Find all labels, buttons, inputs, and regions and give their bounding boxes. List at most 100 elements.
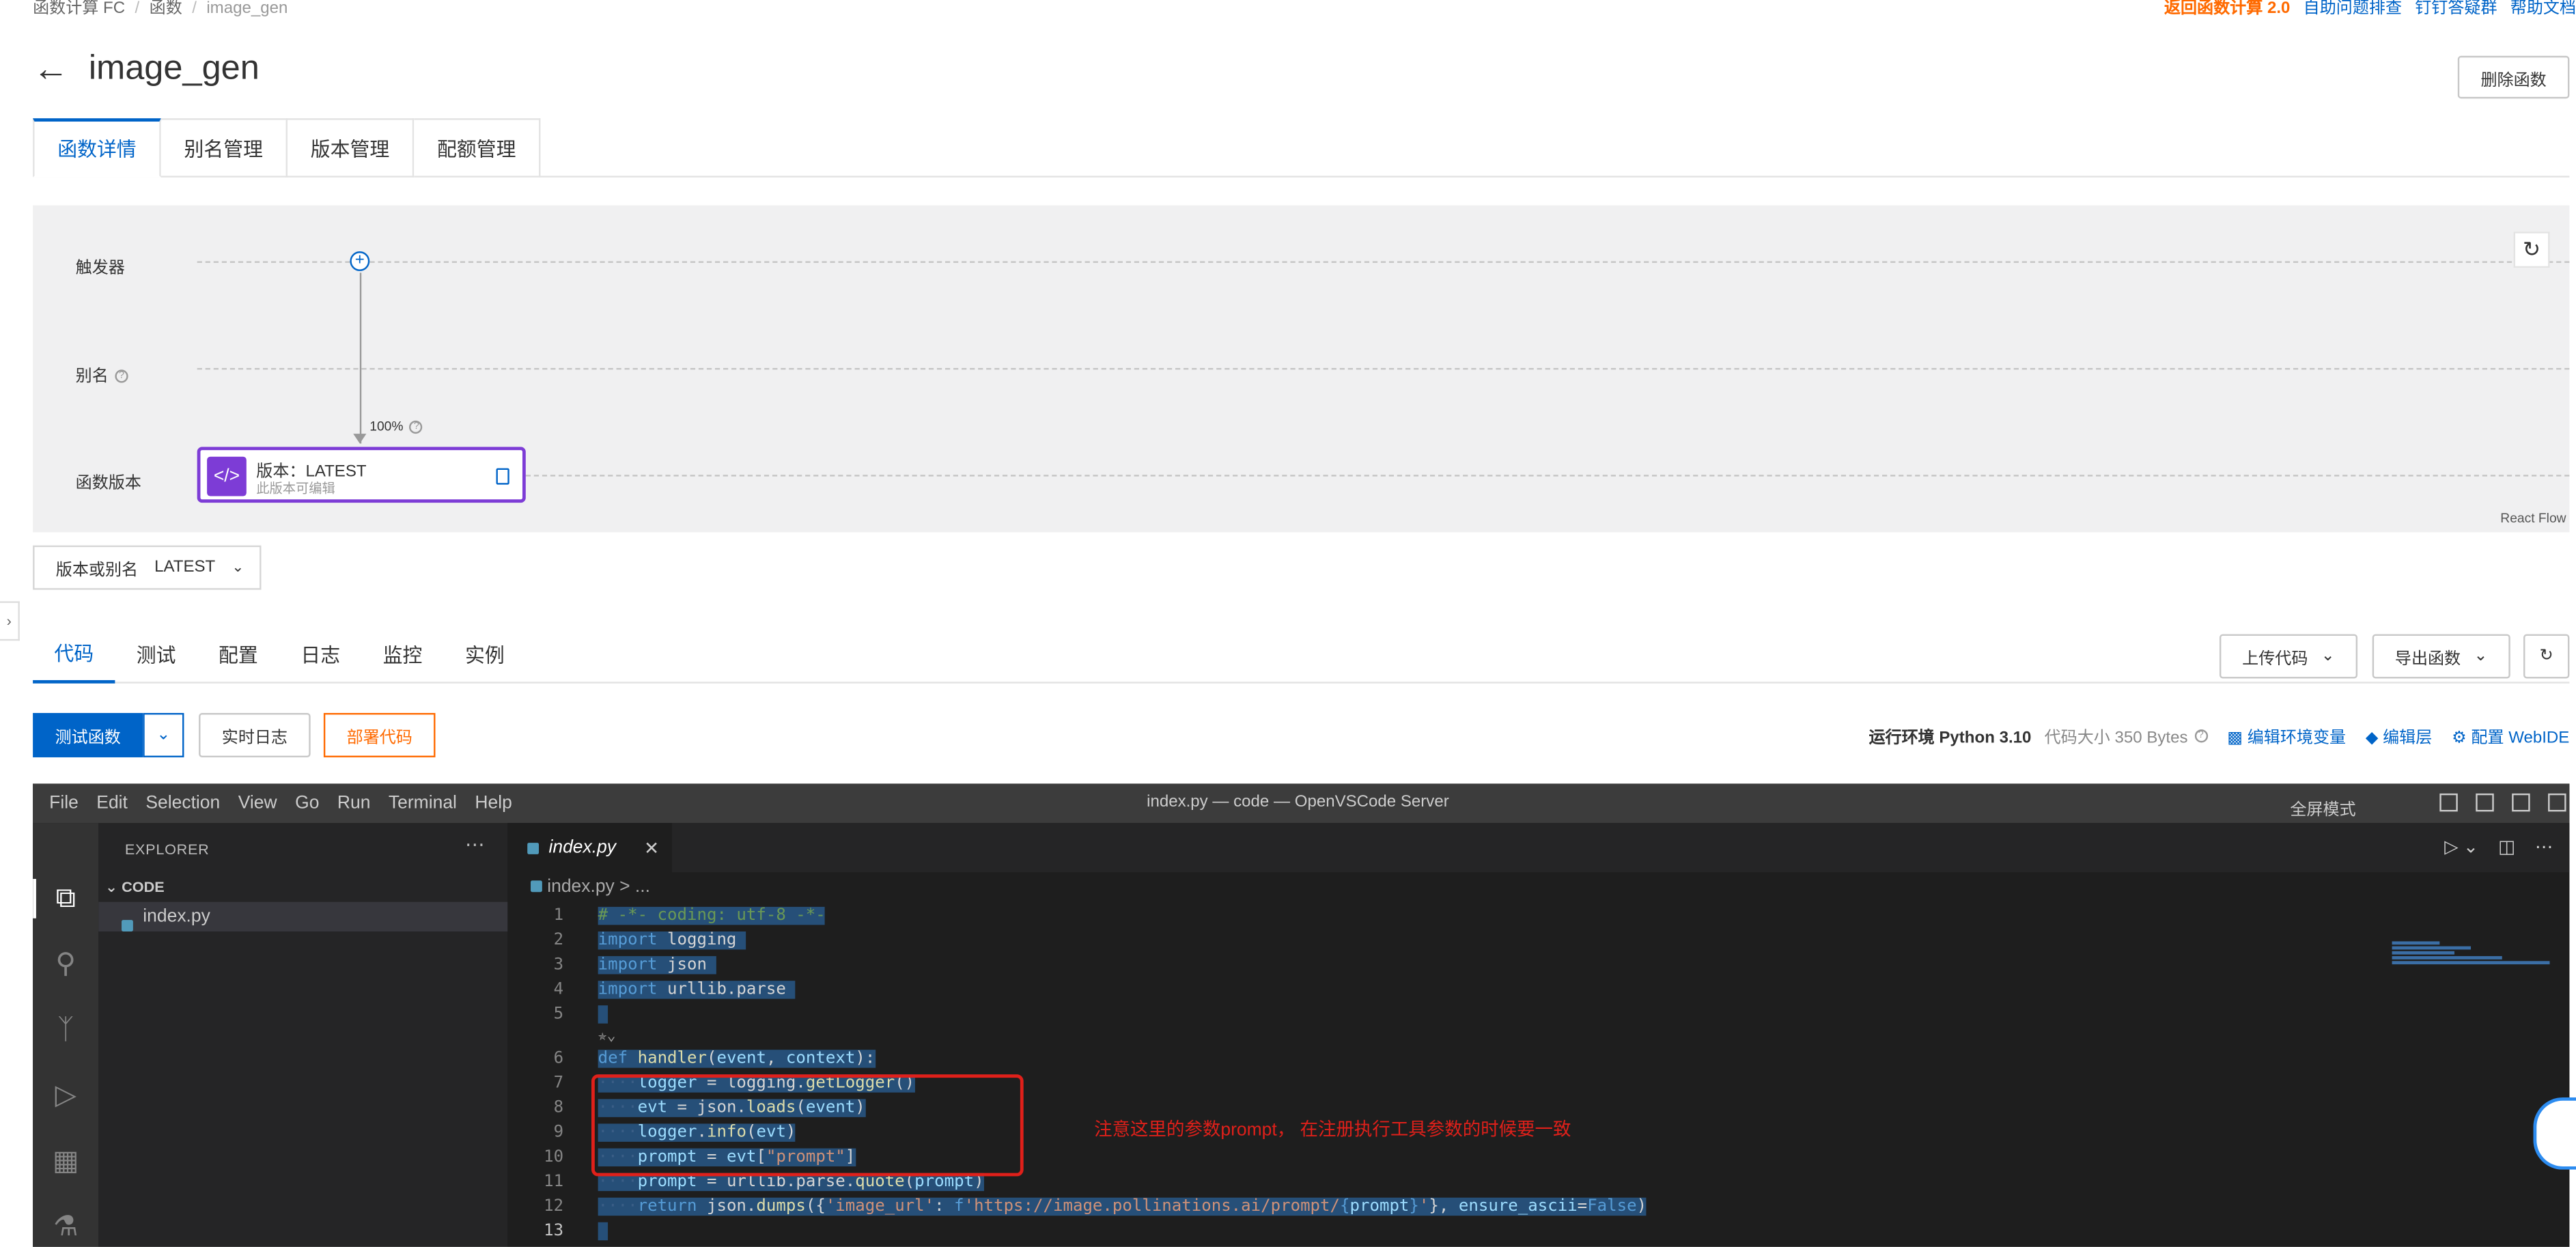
back-arrow-icon[interactable]: ← [33,50,69,87]
test-function-button[interactable]: 测试函数 [33,713,143,757]
more-actions-icon[interactable]: ⋯ [2535,836,2553,858]
version-select-label: 版本或别名 [55,561,139,580]
more-actions-icon[interactable]: ⋯ [465,833,485,856]
code-line[interactable]: 2 import logging [507,928,2364,953]
trigger-to-version-edge [359,272,362,444]
code-lens[interactable]: ✯⌄ [507,1027,2364,1047]
edit-layer-link[interactable]: ◆ 编辑层 [2366,723,2432,747]
menu-file[interactable]: File [49,794,79,813]
editor-tabbar: index.py ✕ ▷ ⌄ ◫ ⋯ [507,823,2570,873]
toggle-sidebar-icon[interactable] [2439,793,2458,812]
minimap[interactable] [2392,941,2550,977]
annotation-highlight-box [591,1074,1024,1177]
react-flow-attribution[interactable]: React Flow [2500,511,2566,526]
menu-view[interactable]: View [238,794,277,813]
toggle-secondary-sidebar-icon[interactable] [2512,793,2530,812]
chevron-down-icon: ⌄ [232,558,244,575]
help-docs-link[interactable]: 帮助文档 [2510,0,2576,18]
editor-breadcrumb[interactable]: index.py > ... [531,878,650,897]
dingtalk-link[interactable]: 钉钉答疑群 [2415,0,2497,18]
editor-tab-index-py[interactable]: index.py ✕ [507,823,672,873]
tab-alias-management[interactable]: 别名管理 [160,118,288,178]
menu-go[interactable]: Go [295,794,319,813]
source-control-icon[interactable]: ᛉ [49,1013,82,1046]
code-editor[interactable]: index.py ✕ ▷ ⌄ ◫ ⋯ index.py > ... 1 # -*-… [507,823,2570,1247]
tab-instances[interactable]: 实例 [444,624,526,684]
config-webide-link[interactable]: ⚙ 配置 WebIDE [2452,723,2569,747]
code-line[interactable]: 1 # -*- coding: utf-8 -*- [507,903,2364,928]
deploy-code-button[interactable]: 部署代码 [323,713,436,757]
breadcrumb-item-functions[interactable]: 函数 [150,0,182,18]
runtime-label: 运行环境 Python 3.10 [1868,729,2032,748]
code-line[interactable]: 5 [507,1002,2364,1026]
code-size-help-icon[interactable]: ? [2194,728,2208,742]
menu-edit[interactable]: Edit [96,794,128,813]
tab-test[interactable]: 测试 [115,624,197,684]
refresh-code-button[interactable]: ↻ [2523,634,2570,679]
edit-env-vars-link[interactable]: ▩ 编辑环境变量 [2227,723,2346,747]
customize-layout-icon[interactable] [2548,793,2566,812]
close-icon[interactable]: ✕ [644,837,659,858]
explorer-title: EXPLORER [124,841,210,858]
tab-quota-management[interactable]: 配额管理 [414,118,541,178]
sidebar-expand-handle[interactable]: › [0,601,20,641]
breadcrumb-item-fc[interactable]: 函数计算 FC [33,0,125,18]
test-options-dropdown[interactable]: ⌄ [143,713,184,757]
code-lens-icon[interactable]: ✯⌄ [598,1027,616,1047]
code-line[interactable]: 4 import urllib.parse [507,977,2364,1002]
code-sub-tabs: 代码 测试 配置 日志 监控 实例 [33,624,2570,684]
flow-canvas[interactable]: 触发器 + 别名? 100%? 函数版本 </> 版本：LATEST 此版本可编… [33,205,2570,533]
version-node-title: 版本：LATEST [256,463,367,481]
back-v2-link[interactable]: 返回函数计算 2.0 [2164,0,2290,18]
code-line[interactable]: 12 ····return json.dumps({'image_url': f'… [507,1194,2364,1219]
activity-bar: ⧉ ⚲ ᛉ ▷ ▦ ⚗ [33,823,99,1247]
split-editor-icon[interactable]: ◫ [2498,836,2515,858]
extensions-icon[interactable]: ▦ [49,1145,82,1178]
export-function-button[interactable]: 导出函数 ⌄ [2372,634,2510,679]
self-check-link[interactable]: 自助问题排查 [2304,0,2402,18]
web-ide[interactable]: File Edit Selection View Go Run Terminal… [33,783,2570,1247]
editor-tab-label: index.py [548,837,617,858]
code-line[interactable]: 13 [507,1219,2364,1244]
menu-run[interactable]: Run [337,794,371,813]
add-trigger-icon[interactable]: + [350,251,370,271]
ide-menubar: File Edit Selection View Go Run Terminal… [33,783,2570,824]
percent-help-icon[interactable]: ? [410,420,423,434]
explorer-file-index-py[interactable]: index.py [98,901,508,931]
run-debug-icon[interactable]: ▷ [49,1079,82,1112]
code-line[interactable]: 3 import json [507,953,2364,977]
trigger-label: 触发器 [75,260,125,278]
alias-help-icon[interactable]: ? [115,370,128,384]
tab-version-management[interactable]: 版本管理 [288,118,415,178]
chevron-down-icon: ⌄ [156,726,171,744]
version-alias-select[interactable]: 版本或别名 LATEST ⌄ [33,545,262,590]
tab-monitoring[interactable]: 监控 [361,624,443,684]
annotation-note: 注意这里的参数prompt， 在注册执行工具参数的时候要一致 [1094,1120,1571,1140]
upload-code-button[interactable]: 上传代码 ⌄ [2219,634,2358,679]
tab-config[interactable]: 配置 [197,624,279,684]
explorer-section-code[interactable]: ⌄ CODE [105,879,165,897]
testing-icon[interactable]: ⚗ [49,1211,82,1244]
version-node-latest[interactable]: </> 版本：LATEST 此版本可编辑 [197,447,526,503]
explorer-icon[interactable]: ⧉ [49,882,82,915]
tab-code[interactable]: 代码 [33,624,115,684]
delete-function-button[interactable]: 删除函数 [2457,55,2570,99]
tab-function-details[interactable]: 函数详情 [33,118,161,178]
realtime-log-button[interactable]: 实时日志 [199,713,311,757]
tab-logs[interactable]: 日志 [279,624,361,684]
menu-terminal[interactable]: Terminal [389,794,457,813]
assistant-robot-icon[interactable] [2533,1097,2576,1170]
python-file-icon [531,880,542,893]
toggle-panel-icon[interactable] [2476,793,2494,812]
document-icon[interactable] [496,468,509,485]
run-file-icon[interactable]: ▷ ⌄ [2444,836,2478,858]
python-file-icon [527,841,540,854]
search-icon[interactable]: ⚲ [49,948,82,981]
code-line[interactable]: 6 def handler(event, context): [507,1046,2364,1071]
active-indicator [33,879,36,919]
menu-selection[interactable]: Selection [145,794,220,813]
fullscreen-button[interactable]: 全屏模式 [2290,795,2355,819]
refresh-flow-button[interactable]: ↻ [2513,232,2550,268]
code-lines[interactable]: 1 # -*- coding: utf-8 -*- 2 import logging… [507,903,2364,1244]
menu-help[interactable]: Help [475,794,512,813]
